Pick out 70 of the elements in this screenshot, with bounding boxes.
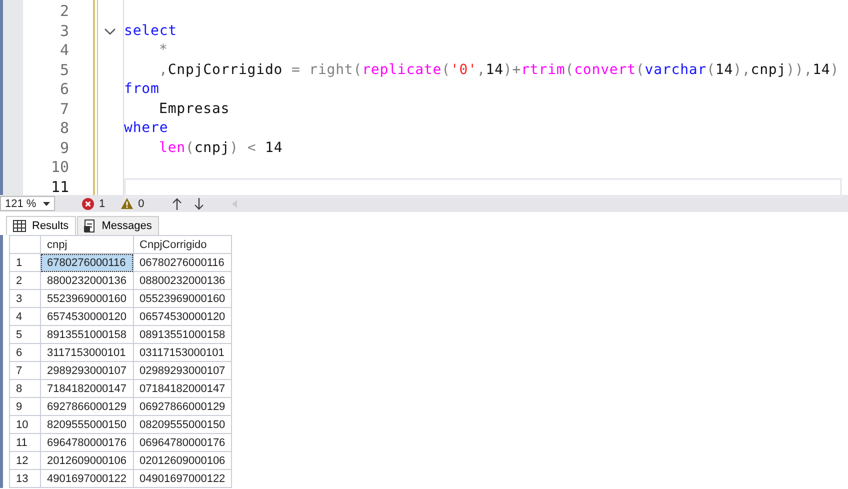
table-cell: 8913551000158 (40, 326, 134, 344)
line-number: 4 (58, 41, 69, 60)
table-cell: 4901697000122 (40, 470, 134, 488)
document-icon (84, 219, 96, 233)
table-cell: 06780276000116 (133, 254, 232, 272)
table-cell: 6780276000116 (40, 254, 134, 272)
row-number[interactable]: 3 (10, 290, 40, 308)
table-cell: 6927866000129 (40, 398, 134, 416)
row-number[interactable]: 10 (10, 416, 40, 434)
table-cell: 02012609000106 (133, 452, 232, 470)
table-cell: 6964780000176 (40, 434, 134, 452)
grid-icon (13, 220, 26, 232)
column-header[interactable]: cnpj (40, 236, 134, 254)
code-line: ,CnpjCorrigido = right(replicate('0',14)+rtrim(convert(varchar(14),cnpj)),14) (159, 60, 840, 80)
code-line: select (124, 22, 177, 40)
table-cell: 6574530000120 (40, 308, 134, 326)
line-number: 3 (58, 22, 69, 41)
up-arrow-icon[interactable] (172, 198, 182, 210)
table-cell: 03117153000101 (133, 344, 232, 362)
row-number[interactable]: 4 (10, 308, 40, 326)
table-cell: 8209555000150 (40, 416, 134, 434)
row-number[interactable]: 8 (10, 380, 40, 398)
error-icon[interactable] (82, 198, 94, 210)
table-cell: 02989293000107 (133, 362, 232, 380)
line-number: 11 (50, 178, 69, 197)
warning-count: 0 (138, 198, 144, 210)
table-cell: 08913551000158 (133, 326, 232, 344)
code-line: from (124, 80, 160, 99)
row-number[interactable]: 13 (10, 470, 40, 488)
warning-icon[interactable] (121, 198, 134, 209)
line-number: 10 (50, 158, 69, 178)
code-line: * (159, 41, 168, 60)
table-cell: 2989293000107 (40, 362, 134, 380)
table-cell: 06927866000129 (133, 398, 232, 416)
line-number: 2 (58, 2, 69, 22)
code-line: Empresas (159, 100, 230, 118)
table-cell: 5523969000160 (40, 290, 134, 308)
row-number[interactable]: 2 (10, 272, 40, 290)
table-cell: 07184182000147 (133, 380, 232, 398)
line-number: 7 (58, 100, 69, 119)
column-header[interactable]: CnpjCorrigido (133, 236, 232, 254)
row-number[interactable]: 9 (10, 398, 40, 416)
code-line: where (124, 119, 168, 138)
line-number: 5 (58, 60, 69, 80)
line-number: 9 (58, 138, 69, 158)
results-tab[interactable]: Messages (76, 216, 159, 235)
code-line: len(cnpj) < 14 (159, 138, 283, 158)
collapse-chevron-icon[interactable] (104, 28, 116, 36)
table-cell: 8800232000136 (40, 272, 134, 290)
caret-icon[interactable] (43, 202, 50, 206)
table-cell: 05523969000160 (133, 290, 232, 308)
row-number[interactable]: 7 (10, 362, 40, 380)
results-tab[interactable]: Results (6, 216, 76, 235)
error-count: 1 (99, 198, 106, 210)
row-number[interactable]: 12 (10, 452, 40, 470)
table-cell: 06574530000120 (133, 308, 232, 326)
table-cell: 08800232000136 (133, 272, 232, 290)
table-cell: 2012609000106 (40, 452, 134, 470)
row-number[interactable]: 5 (10, 326, 40, 344)
table-cell: 3117153000101 (40, 344, 134, 362)
table-cell: 06964780000176 (133, 434, 232, 452)
line-number: 8 (58, 119, 69, 138)
down-arrow-icon[interactable] (194, 198, 204, 210)
zoom-dropdown[interactable]: 121 % (0, 196, 55, 211)
line-number: 6 (58, 80, 69, 100)
row-number[interactable]: 11 (10, 434, 40, 452)
table-cell: 08209555000150 (133, 416, 232, 434)
row-number[interactable]: 6 (10, 344, 40, 362)
table-cell: 04901697000122 (133, 470, 232, 488)
table-cell: 7184182000147 (40, 380, 134, 398)
